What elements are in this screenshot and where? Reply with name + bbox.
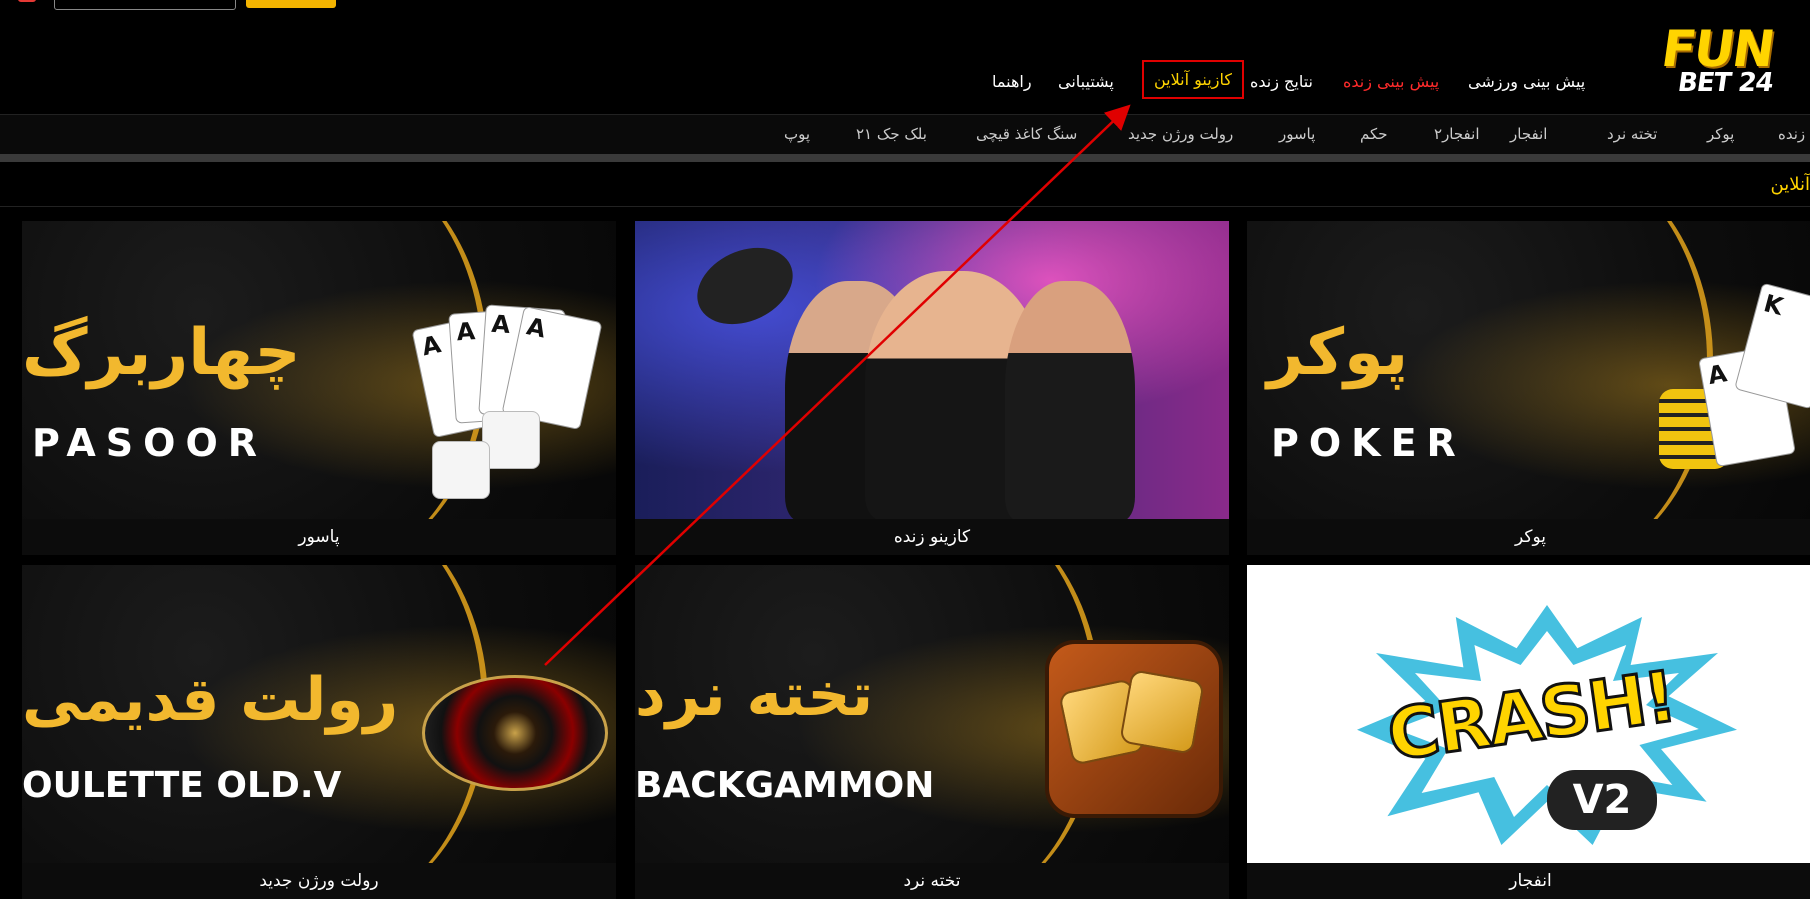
nav-guide[interactable]: راهنما bbox=[992, 72, 1032, 91]
live-casino-banner bbox=[635, 221, 1229, 519]
subnav-hokm[interactable]: حکم bbox=[1360, 125, 1388, 143]
live-casino-caption[interactable]: کازینو زنده bbox=[635, 519, 1229, 555]
subnav-poker[interactable]: پوکر bbox=[1707, 125, 1734, 143]
dealer-woman2-image bbox=[1005, 281, 1135, 519]
nav-online-casino[interactable]: کازینو آنلاین bbox=[1142, 60, 1244, 99]
poker-banner-fa: پوکر bbox=[1267, 316, 1409, 390]
poker-banner-en: POKER bbox=[1271, 421, 1466, 465]
roulette-banner: رولت قدیمی OULETTE OLD.V bbox=[22, 565, 616, 863]
roulette-banner-fa: رولت قدیمی bbox=[22, 665, 399, 735]
poker-caption[interactable]: پوکر bbox=[1247, 519, 1810, 555]
subnav-live[interactable]: زنده bbox=[1778, 125, 1805, 143]
logo-bet-text: BET 24 bbox=[1675, 68, 1775, 98]
crash-banner: CRASH! V2 bbox=[1247, 565, 1810, 863]
dice-image bbox=[432, 441, 490, 499]
subnav-blackjack[interactable]: بلک جک ۲۱ bbox=[856, 125, 927, 143]
pasoor-caption[interactable]: پاسور bbox=[22, 519, 616, 555]
section-title: آنلاین bbox=[1770, 174, 1810, 195]
backgammon-banner-fa: تخته نرد bbox=[635, 660, 874, 730]
roulette-caption[interactable]: رولت ورژن جدید bbox=[22, 863, 616, 899]
roulette-wheel-image bbox=[422, 675, 608, 791]
dice-image bbox=[482, 411, 540, 469]
backgammon-banner-en: BACKGAMMON bbox=[635, 765, 935, 806]
pasoor-banner: چهاربرگ PASOOR A A A A bbox=[22, 221, 616, 519]
casino-sub-nav: زنده پوکر تخته نرد انفجار انفجار۲ حکم پا… bbox=[0, 114, 1810, 155]
flying-chip-image bbox=[684, 233, 806, 339]
crash-caption[interactable]: انفجار bbox=[1247, 863, 1810, 899]
section-header: آنلاین bbox=[0, 166, 1810, 207]
subnav-pasoor[interactable]: پاسور bbox=[1279, 125, 1315, 143]
gold-swoosh bbox=[1387, 221, 1713, 519]
subnav-backgammon[interactable]: تخته نرد bbox=[1607, 125, 1657, 143]
nav-support[interactable]: پشتیبانی bbox=[1058, 72, 1114, 91]
backgammon-banner: تخته نرد BACKGAMMON bbox=[635, 565, 1229, 863]
nav-live-results[interactable]: نتایج زنده bbox=[1250, 72, 1313, 91]
subnav-pop[interactable]: پوپ bbox=[784, 125, 810, 143]
top-red-button[interactable] bbox=[18, 0, 36, 2]
dice-image bbox=[1119, 669, 1205, 755]
site-logo[interactable]: FUN BET 24 bbox=[1658, 20, 1790, 100]
subnav-rock-paper-scissors[interactable]: سنگ کاغذ قیچی bbox=[976, 125, 1077, 143]
crash-banner-badge: V2 bbox=[1547, 770, 1657, 830]
subnav-roulette-new[interactable]: رولت ورژن جدید bbox=[1128, 125, 1233, 143]
poker-banner: پوکر POKER A K bbox=[1247, 221, 1810, 519]
backgammon-caption[interactable]: تخته نرد bbox=[635, 863, 1229, 899]
login-button[interactable] bbox=[54, 0, 236, 10]
subnav-crash2[interactable]: انفجار۲ bbox=[1434, 125, 1480, 143]
nav-live-betting[interactable]: پیش بینی زنده bbox=[1343, 72, 1439, 91]
pasoor-banner-en: PASOOR bbox=[32, 421, 268, 465]
playing-card-image: K bbox=[1734, 282, 1810, 410]
main-nav: پیش بینی ورزشی پیش بینی زنده نتایج زنده … bbox=[0, 60, 1600, 106]
register-button[interactable] bbox=[246, 0, 336, 8]
roulette-banner-en: OULETTE OLD.V bbox=[22, 765, 342, 806]
sub-nav-divider bbox=[0, 154, 1810, 162]
nav-sports-betting[interactable]: پیش بینی ورزشی bbox=[1468, 72, 1585, 91]
pasoor-banner-fa: چهاربرگ bbox=[22, 316, 301, 390]
subnav-crash[interactable]: انفجار bbox=[1510, 125, 1547, 143]
